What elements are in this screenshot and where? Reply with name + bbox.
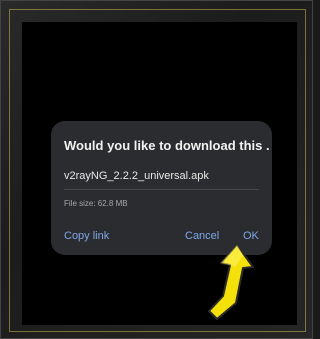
file-size: File size: 62.8 MB <box>64 199 128 208</box>
dialog-title: Would you like to download this ... <box>64 138 269 153</box>
file-name: v2rayNG_2.2.2_universal.apk <box>64 170 209 182</box>
copy-link-button[interactable]: Copy link <box>64 230 109 242</box>
dialog-divider <box>64 189 259 190</box>
photo-frame: Would you like to download this ... v2ra… <box>0 0 313 339</box>
yellow-pointer-arrow-icon <box>208 244 254 320</box>
download-dialog: Would you like to download this ... v2ra… <box>51 121 272 255</box>
